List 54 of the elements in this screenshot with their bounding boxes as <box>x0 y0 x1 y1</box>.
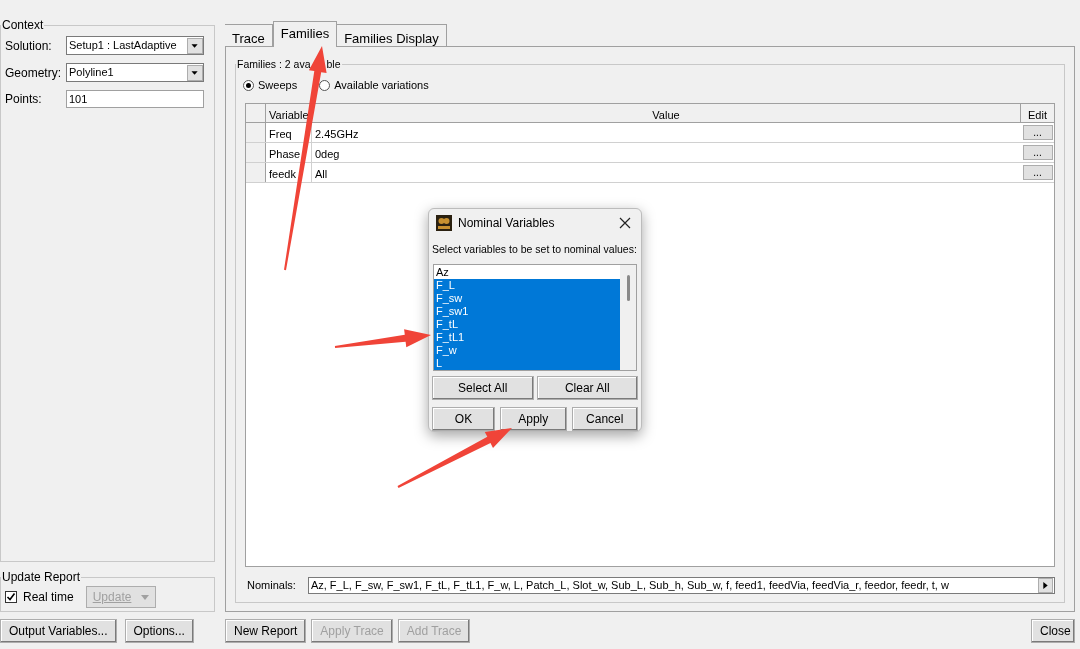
list-item[interactable]: F_sw <box>434 292 620 305</box>
action-button[interactable]: Options... <box>124 618 194 643</box>
column-header: Edit <box>1027 108 1048 123</box>
scroll-right-icon[interactable] <box>1038 578 1053 593</box>
dropdown[interactable]: Polyline1 <box>66 63 204 82</box>
edit-button[interactable]: ... <box>1022 145 1053 161</box>
edit-button[interactable]: ... <box>1022 165 1053 181</box>
group-title: Context <box>1 17 45 34</box>
tab[interactable]: Families <box>272 21 338 47</box>
list-item[interactable]: F_tL <box>434 318 620 331</box>
list-button[interactable]: Select All <box>432 376 534 400</box>
action-button[interactable]: New Report <box>225 618 307 643</box>
dialog-prompt: Select variables to be set to nominal values: <box>432 243 637 256</box>
radio-label: Available variations <box>334 77 429 93</box>
group-title: Families : 2 ava <box>237 58 311 70</box>
dialog-button[interactable]: OK <box>432 407 495 431</box>
scrollbar[interactable] <box>620 265 636 370</box>
radio-button[interactable] <box>243 79 254 91</box>
list-button[interactable]: Clear All <box>536 376 638 400</box>
list-item[interactable]: F_w <box>434 344 620 357</box>
table-cell-text: All <box>314 167 329 183</box>
table-cell-text: 2.45GHz <box>314 127 360 143</box>
field-label: Geometry: <box>5 64 62 82</box>
variables-list[interactable]: Az F_L F_sw F_sw1 F_tL F_tL1 F_w L <box>433 264 637 371</box>
edit-button[interactable]: ... <box>1022 125 1053 141</box>
dialog-title: Nominal Variables <box>458 215 555 232</box>
caret-icon <box>141 594 150 600</box>
field-label: Solution: <box>5 37 53 55</box>
list-item[interactable]: F_L <box>434 279 620 292</box>
input-field[interactable]: 101 <box>66 90 204 108</box>
dialog-button[interactable]: Cancel <box>571 407 638 431</box>
caret-icon <box>187 37 203 54</box>
list-item[interactable]: L <box>434 357 620 370</box>
checkbox[interactable] <box>5 591 17 603</box>
list-item[interactable]: Az <box>434 266 620 279</box>
list-item[interactable]: F_tL1 <box>434 331 620 344</box>
dialog-button[interactable]: Apply <box>500 407 567 431</box>
app-icon <box>436 215 452 231</box>
table-cell-text: 0deg <box>314 147 341 163</box>
checkbox-label: Real time <box>23 589 74 606</box>
radio-label: Sweeps <box>258 77 298 93</box>
group-title: Update Report <box>1 569 82 586</box>
close-icon[interactable] <box>619 217 631 229</box>
close-button[interactable]: Close <box>1031 618 1075 643</box>
list-item[interactable]: F_sw1 <box>434 305 620 318</box>
group-title: ble <box>326 58 341 70</box>
tab[interactable]: Families Display <box>337 24 447 46</box>
caret-icon <box>187 64 203 81</box>
dropdown[interactable]: Setup1 : LastAdaptive <box>66 36 204 55</box>
action-button[interactable]: Output Variables... <box>0 618 117 643</box>
tab[interactable]: Trace <box>225 24 273 46</box>
field-label: Points: <box>5 91 43 108</box>
nominals-label: Nominals: <box>247 578 296 594</box>
nominals-field[interactable]: Az, F_L, F_sw, F_sw1, F_tL, F_tL1, F_w, L, Patch_L, Slot_w, Sub_L, Sub_h, Sub_w, f, feed1, feedVia, feedVia_r, feedor, feedr, t, w <box>307 577 1055 594</box>
